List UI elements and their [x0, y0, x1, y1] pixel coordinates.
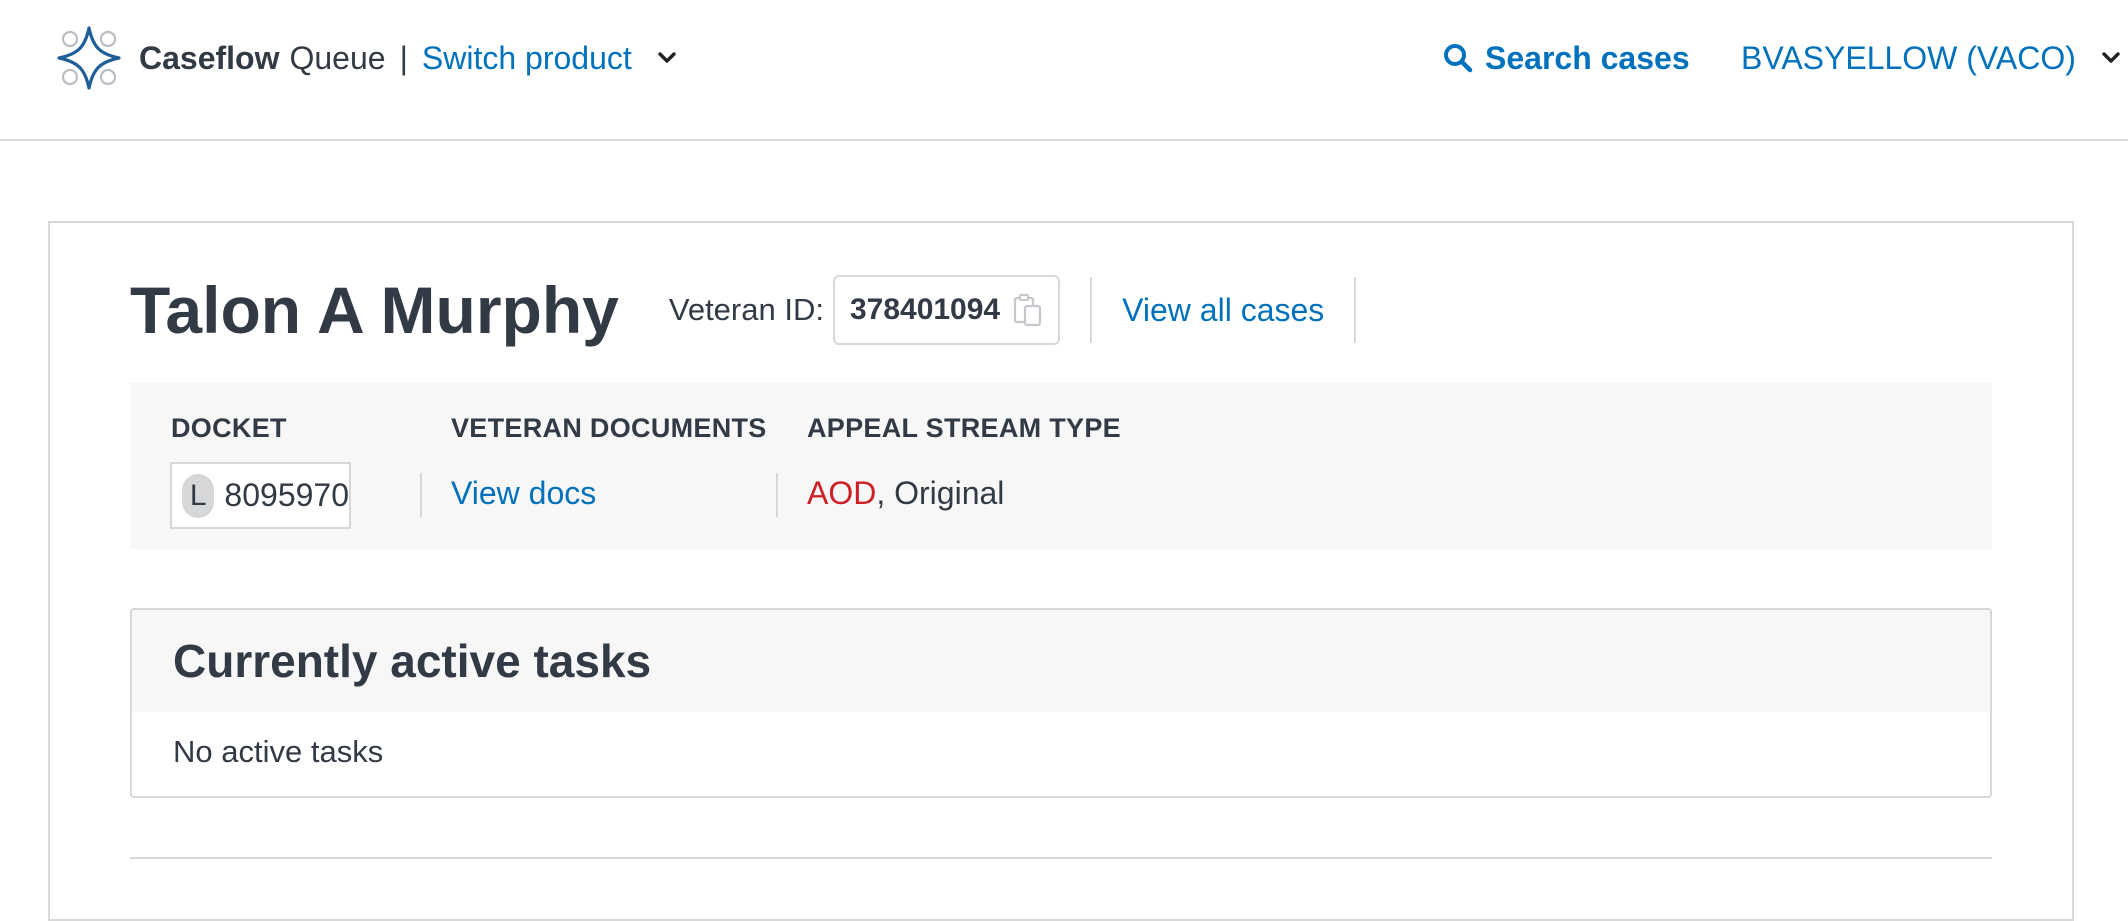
- veteran-name: Talon A Murphy: [130, 273, 619, 347]
- stream-type-text: , Original: [876, 475, 1005, 511]
- top-navigation: Caseflow Queue | Switch product Search c…: [0, 0, 2128, 141]
- view-docs-link[interactable]: View docs: [451, 475, 596, 512]
- aod-indicator: AOD: [807, 475, 877, 511]
- appeal-stream-type-label: APPEAL STREAM TYPE: [807, 413, 1121, 443]
- docket-label: DOCKET: [171, 413, 287, 443]
- no-active-tasks-text: No active tasks: [173, 734, 384, 769]
- veteran-id-label: Veteran ID:: [668, 292, 824, 327]
- divider: [420, 473, 422, 517]
- user-name: BVASYELLOW (VACO): [1741, 40, 2076, 76]
- product-name: Queue: [289, 40, 386, 76]
- docket-number: 8095970: [224, 477, 349, 513]
- copy-icon: [1014, 294, 1042, 327]
- chevron-down-icon: [2102, 52, 2120, 63]
- docket-badge: L 8095970: [170, 462, 351, 529]
- veteran-id-value: 378401094: [849, 293, 1001, 326]
- section-divider: [130, 857, 1992, 859]
- appeal-stream-type-value: AOD, Original: [807, 475, 1004, 512]
- switch-product-link[interactable]: Switch product: [422, 38, 632, 78]
- chevron-down-icon[interactable]: [656, 47, 678, 69]
- active-tasks-panel: Currently active tasks No active tasks: [130, 608, 1992, 798]
- active-tasks-heading: Currently active tasks: [132, 610, 1990, 712]
- search-cases-label: Search cases: [1485, 40, 1690, 76]
- docket-type-badge: L: [182, 473, 215, 518]
- search-cases-link[interactable]: Search cases: [1443, 38, 1690, 78]
- brand-separator: |: [399, 40, 408, 76]
- veteran-id-copy-button[interactable]: 378401094: [832, 275, 1061, 345]
- divider: [1354, 277, 1357, 343]
- app-name: Caseflow: [139, 40, 280, 76]
- case-summary-strip: DOCKET VETERAN DOCUMENTS APPEAL STREAM T…: [130, 383, 1992, 549]
- caseflow-logo-icon[interactable]: [56, 25, 122, 91]
- veteran-documents-label: VETERAN DOCUMENTS: [451, 413, 767, 443]
- user-menu[interactable]: BVASYELLOW (VACO): [1741, 38, 2122, 78]
- case-title-row: Talon A Murphy Veteran ID: 378401094 Vie…: [130, 270, 1357, 350]
- divider: [1090, 277, 1093, 343]
- view-all-cases-link[interactable]: View all cases: [1122, 292, 1324, 329]
- search-icon: [1444, 44, 1473, 73]
- brand: Caseflow Queue | Switch product: [139, 38, 678, 78]
- divider: [776, 473, 778, 517]
